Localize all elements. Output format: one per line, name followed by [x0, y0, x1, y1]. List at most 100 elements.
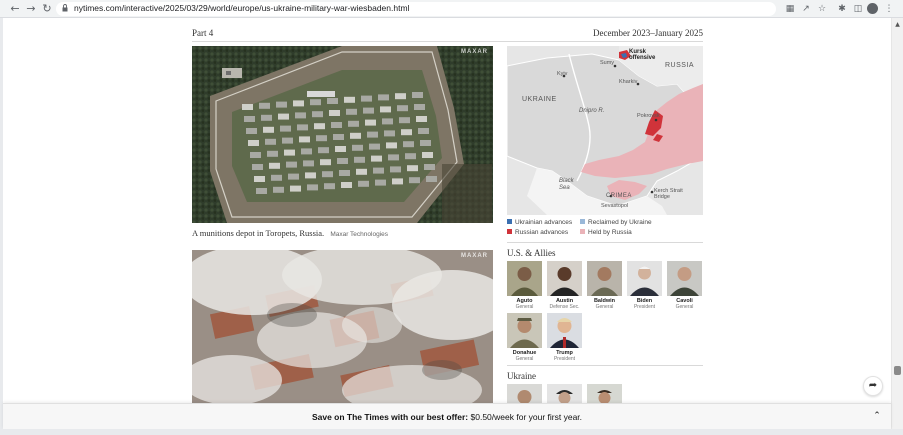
depot-building	[329, 110, 340, 116]
depot-building	[373, 167, 384, 174]
share-page-icon[interactable]: ↗	[799, 2, 813, 16]
subscription-offer-bar[interactable]: Save on The Times with our best offer: $…	[3, 403, 891, 429]
map-label-pokrovsk: Pokrovsk	[637, 113, 660, 119]
person-card[interactable]: Trump President	[547, 313, 583, 365]
person-card[interactable]: Baldwin General	[587, 261, 623, 313]
depot-building	[365, 119, 376, 126]
depot-building	[426, 176, 437, 182]
depot-building	[397, 105, 408, 112]
depot-building	[299, 136, 310, 143]
offer-text[interactable]: Save on The Times with our best offer: $…	[3, 412, 891, 422]
maxar-watermark: MAXAR	[461, 49, 488, 55]
depot-building	[378, 94, 389, 101]
depot-building	[363, 107, 374, 114]
depot-building	[318, 147, 329, 154]
depot-building	[384, 130, 395, 137]
header-divider	[192, 41, 703, 42]
depot-building	[269, 162, 280, 169]
address-bar[interactable]: nytimes.com/interactive/2025/03/29/world…	[56, 2, 776, 16]
depot-building	[297, 124, 308, 131]
depot-building	[284, 149, 295, 156]
share-arrow-icon: ➦	[868, 380, 878, 391]
depot-building	[312, 111, 323, 118]
image-caption: A munitions depot in Toropets, Russia. M…	[192, 228, 388, 238]
translate-icon[interactable]: ▦	[783, 2, 797, 16]
map-legend: Ukrainian advances Reclaimed by Ukraine …	[507, 219, 703, 239]
depot-building	[261, 114, 272, 121]
depot-building	[409, 177, 420, 184]
depot-building	[348, 120, 359, 127]
person-card[interactable]: Austin Defense Sec.	[547, 261, 583, 313]
profile-avatar[interactable]	[867, 3, 878, 14]
depot-building	[322, 171, 333, 178]
depot-building	[418, 128, 429, 134]
depot-building	[305, 172, 316, 179]
depot-building	[350, 132, 361, 139]
depot-building	[267, 150, 278, 157]
menu-kebab-icon[interactable]: ⋮	[882, 2, 896, 16]
map-label-kyiv: Kyiv	[557, 71, 568, 77]
browser-toolbar: ← → ↻ nytimes.com/interactive/2025/03/29…	[0, 0, 903, 18]
portrait	[587, 261, 622, 296]
portrait	[547, 384, 582, 403]
scroll-thumb[interactable]	[894, 366, 901, 375]
depot-building	[361, 95, 372, 102]
map-label-sevastopol: Sevastopol	[601, 203, 629, 209]
depot-building	[265, 138, 276, 145]
scrollbar[interactable]: ▲	[891, 18, 903, 435]
date-range: December 2023–January 2025	[593, 28, 703, 38]
back-icon[interactable]: ←	[8, 2, 22, 16]
scroll-up-icon[interactable]: ▲	[893, 20, 902, 29]
person-card[interactable]: Cavoli General	[667, 261, 703, 313]
depot-building	[399, 117, 410, 124]
depot-building	[316, 135, 327, 142]
satellite-image-smoke: MAXAR	[192, 250, 493, 405]
share-button[interactable]: ➦	[863, 376, 883, 396]
extensions-icon[interactable]: ✱	[835, 2, 849, 16]
part-label: Part 4	[192, 28, 214, 38]
caption-text: A munitions depot in Toropets, Russia.	[192, 228, 325, 238]
person-card[interactable]: Aguto General	[507, 261, 543, 313]
depot-building	[405, 153, 416, 160]
portrait	[507, 261, 542, 296]
portrait	[667, 261, 702, 296]
legend-item: Russian advances	[507, 229, 568, 236]
depot-building	[250, 152, 261, 158]
bookmark-star-icon[interactable]: ☆	[815, 2, 829, 16]
depot-building	[412, 92, 423, 98]
chevron-up-icon[interactable]: ⌃	[871, 410, 883, 422]
caption-credit: Maxar Technologies	[330, 231, 389, 238]
depot-building	[390, 166, 401, 173]
depot-building	[273, 186, 284, 193]
depot-building	[371, 155, 382, 162]
side-panel-icon[interactable]: ◫	[851, 2, 865, 16]
depot-building	[358, 180, 369, 187]
person-card[interactable]: Biden President	[627, 261, 663, 313]
legend-swatch	[507, 219, 512, 224]
depot-building	[367, 131, 378, 138]
map-label-black-sea: Black Sea	[559, 178, 574, 191]
forward-icon[interactable]: →	[24, 2, 38, 16]
depot-building	[248, 140, 259, 146]
depot-building	[341, 182, 352, 188]
depot-building	[403, 141, 414, 148]
section-heading-us-allies: U.S. & Allies	[507, 248, 556, 258]
depot-building	[382, 118, 393, 125]
reload-icon[interactable]: ↻	[40, 2, 54, 16]
depot-building	[280, 125, 291, 132]
depot-building	[276, 101, 287, 108]
depot-building	[295, 112, 306, 119]
depot-building	[420, 140, 431, 146]
legend-item: Reclaimed by Ukraine	[580, 219, 652, 226]
depot-building	[424, 164, 435, 170]
depot-building	[254, 176, 265, 182]
page-edge	[0, 18, 3, 435]
map-label-russia: RUSSIA	[665, 62, 695, 69]
satellite-image-depot: MAXAR	[192, 46, 493, 223]
depot-building	[331, 122, 342, 128]
depot-building	[414, 104, 425, 110]
depot-building	[327, 98, 338, 104]
person-card[interactable]: Donahue General	[507, 313, 543, 365]
depot-building	[346, 108, 357, 115]
portrait	[507, 313, 542, 348]
